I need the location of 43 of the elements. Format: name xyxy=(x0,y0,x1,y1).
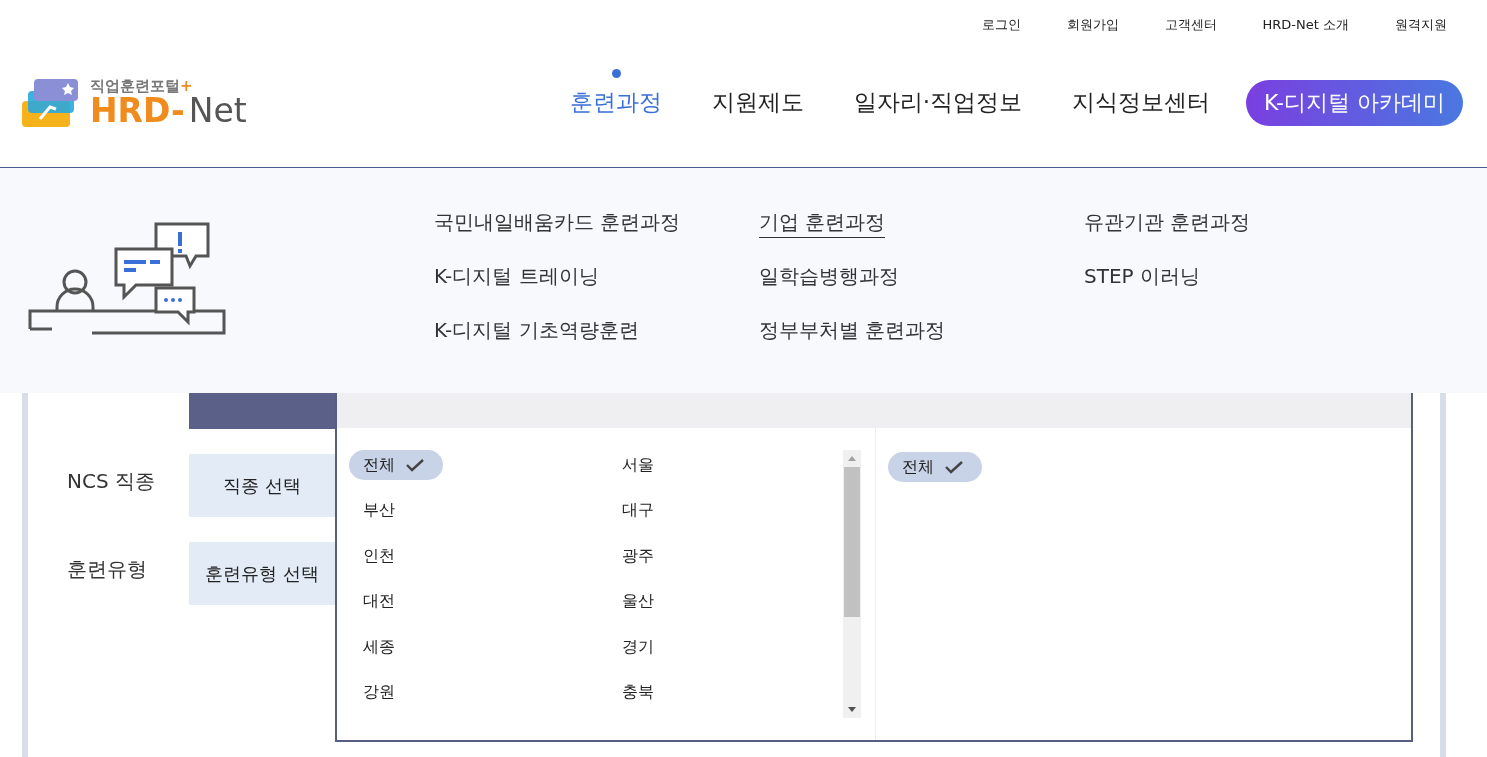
option-chip[interactable]: 세종 xyxy=(349,632,395,663)
submenu-link[interactable]: K-디지털 기초역량훈련 xyxy=(434,316,639,346)
logo-wordmark: Net xyxy=(188,93,247,127)
nav-item[interactable]: 지식정보센터 xyxy=(1071,69,1210,118)
option-chip[interactable]: 충북 xyxy=(608,677,654,708)
academy-button[interactable]: K-디지털 아카데미 xyxy=(1245,79,1463,126)
nav-item[interactable]: 훈련과정 xyxy=(569,69,662,118)
utility-link[interactable]: 회원가입 xyxy=(1066,16,1119,34)
filter-button[interactable]: 훈련유형 선택 xyxy=(189,542,335,605)
logo-icon xyxy=(20,76,80,129)
utility-link[interactable]: HRD-Net 소개 xyxy=(1262,16,1349,34)
scroll-down-icon[interactable] xyxy=(847,707,857,713)
utility-link[interactable]: 로그인 xyxy=(981,16,1021,34)
option-chip[interactable]: 광주 xyxy=(608,541,654,572)
filter-label: 훈련유형 xyxy=(67,556,148,583)
option-chip[interactable]: 경기 xyxy=(608,632,654,663)
option-chip[interactable]: 전체 xyxy=(349,450,443,480)
check-icon xyxy=(405,458,425,472)
submenu-link[interactable]: K-디지털 트레이닝 xyxy=(434,262,599,292)
filter-label: NCS 직종 xyxy=(67,468,156,495)
option-chip[interactable]: 강원 xyxy=(349,677,395,708)
filter-button[interactable]: 직종 선택 xyxy=(189,454,335,517)
nav-item[interactable]: 지원제도 xyxy=(711,69,804,118)
scrollbar[interactable] xyxy=(843,450,861,718)
option-chip[interactable]: 대전 xyxy=(349,586,395,617)
option-chip[interactable]: 서울 xyxy=(608,450,654,480)
option-chip[interactable]: 부산 xyxy=(349,495,395,526)
submenu-link[interactable]: 일학습병행과정 xyxy=(759,262,899,292)
check-icon xyxy=(944,460,964,474)
submenu-link[interactable]: 기업 훈련과정 xyxy=(759,208,886,238)
submenu-link[interactable]: 유관기관 훈련과정 xyxy=(1084,208,1251,238)
logo-wordmark: HRD- xyxy=(90,93,185,127)
option-chip[interactable]: 전체 xyxy=(888,452,982,482)
logo-tagline: 직업훈련포털+ xyxy=(90,78,194,94)
submenu-link[interactable]: 정부부처별 훈련과정 xyxy=(759,316,946,346)
nav-item[interactable]: 일자리·직업정보 xyxy=(853,69,1022,118)
utility-link[interactable]: 고객센터 xyxy=(1164,16,1217,34)
option-chip[interactable]: 대구 xyxy=(608,495,654,526)
utility-link[interactable]: 원격지원 xyxy=(1395,16,1447,34)
submenu-link[interactable]: STEP 이러닝 xyxy=(1084,262,1200,292)
submenu-link[interactable]: 국민내일배움카드 훈련과정 xyxy=(434,208,681,238)
option-chip[interactable]: 인천 xyxy=(349,541,395,572)
option-chip[interactable]: 울산 xyxy=(608,586,654,617)
